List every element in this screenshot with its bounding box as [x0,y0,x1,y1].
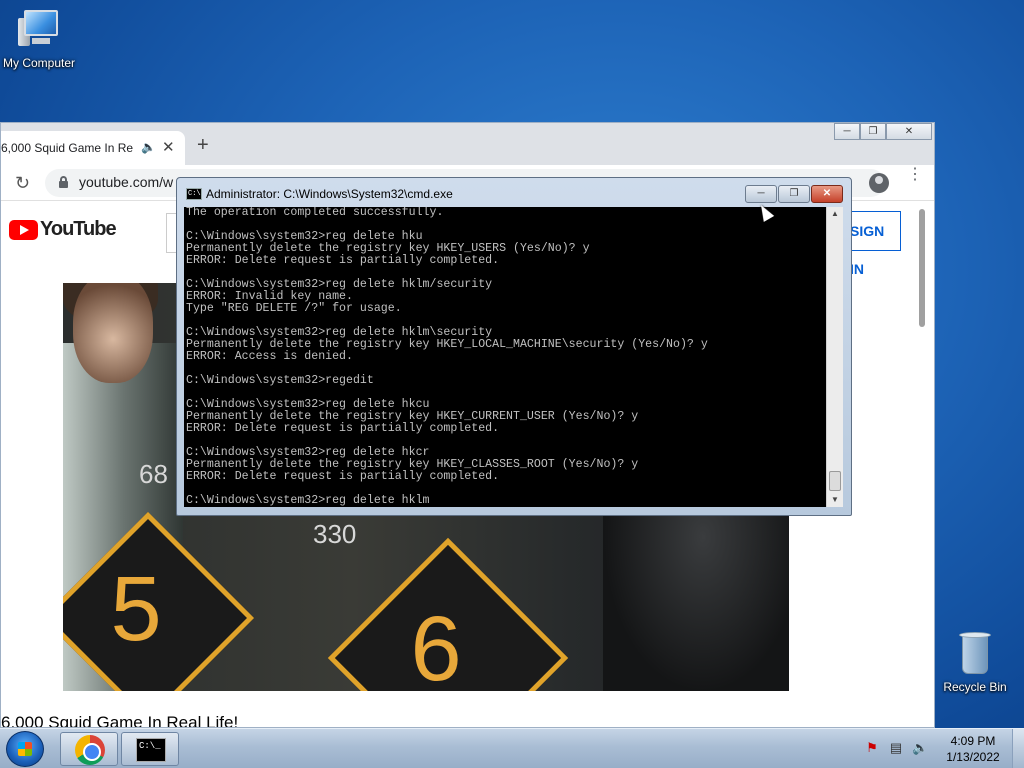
console-line: ERROR: Delete request is partially compl… [186,254,500,267]
desktop-icon-label: My Computer [2,56,76,70]
scrollbar-thumb[interactable] [829,471,841,491]
desktop-icon-label: Recycle Bin [943,680,1007,694]
taskbar-clock[interactable]: 4:09 PM 1/13/2022 [942,733,1004,765]
taskbar: C:\_ ⚑ ▤ 🔈 4:09 PM 1/13/2022 [0,728,1024,768]
maximize-button[interactable]: ❐ [860,123,886,140]
cmd-icon: C:\_ [136,738,166,762]
close-button[interactable]: ✕ [811,185,843,203]
browser-tab[interactable]: 6,000 Squid Game In Real Life! 🔈 ✕ [1,131,185,165]
video-badge-right: 330 [313,519,357,549]
scroll-up-arrow-icon[interactable]: ▲ [827,207,843,221]
taskbar-chrome-button[interactable] [60,732,118,766]
system-tray: ⚑ ▤ 🔈 [864,740,928,756]
cmd-app-icon[interactable]: C:\ [186,188,202,200]
new-tab-button[interactable]: + [197,135,209,155]
scroll-down-arrow-icon[interactable]: ▼ [827,493,843,507]
page-scrollbar[interactable] [917,203,927,727]
chrome-icon [75,735,105,765]
desktop-icon-my-computer[interactable]: My Computer [0,8,84,70]
tab-title: 6,000 Squid Game In Real Life! [1,141,133,155]
lock-icon[interactable] [59,176,68,188]
network-icon[interactable]: ▤ [888,740,904,756]
show-desktop-button[interactable] [1012,729,1024,768]
start-button[interactable] [6,731,44,767]
maximize-button[interactable]: ❐ [778,185,810,203]
speaker-icon[interactable]: 🔈 [141,140,156,154]
console-line: C:\Windows\system32>reg delete hklm [186,494,430,507]
scrollbar-thumb[interactable] [919,209,925,327]
cmd-window-title: Administrator: C:\Windows\System32\cmd.e… [206,187,453,201]
profile-icon[interactable] [869,173,889,193]
cmd-scrollbar[interactable]: ▲ ▼ [826,207,843,507]
minimize-button[interactable]: ─ [834,123,860,140]
volume-icon[interactable]: 🔈 [912,740,928,756]
url-text: youtube.com/w [79,174,174,190]
cmd-window-controls: ─ ❐ ✕ [744,185,843,203]
video-title: 6,000 Squid Game In Real Life! [1,713,239,728]
console-line: Type "REG DELETE /?" for usage. [186,302,402,315]
console-line: ERROR: Delete request is partially compl… [186,422,500,435]
youtube-logo-text: YouTube [40,218,117,240]
cmd-window: C:\ Administrator: C:\Windows\System32\c… [176,177,852,516]
console-line: ERROR: Access is denied. [186,350,353,363]
console-line: C:\Windows\system32>regedit [186,374,374,387]
close-tab-icon[interactable]: ✕ [162,138,175,156]
number-sign-right: 6 [327,537,569,691]
tab-strip: 6,000 Squid Game In Real Life! 🔈 ✕ + ─ ❐… [1,123,934,165]
computer-icon [16,8,62,52]
clock-date: 1/13/2022 [946,750,1000,764]
action-center-flag-icon[interactable]: ⚑ [864,740,880,756]
cmd-console-output[interactable]: The operation completed successfully. C:\… [184,207,826,507]
close-button[interactable]: ✕ [886,123,932,140]
youtube-logo[interactable]: YouTube [9,218,117,241]
taskbar-cmd-button[interactable]: C:\_ [121,732,179,766]
youtube-play-icon [9,219,38,240]
video-badge-left: 68 [139,459,168,489]
minimize-button[interactable]: ─ [745,185,777,203]
desktop-icon-recycle-bin[interactable]: Recycle Bin [930,630,1020,694]
recycle-bin-icon [957,630,993,676]
console-line: ERROR: Delete request is partially compl… [186,470,500,483]
clock-time: 4:09 PM [950,734,996,748]
cmd-titlebar[interactable]: C:\ Administrator: C:\Windows\System32\c… [177,178,851,206]
browser-window-controls: ─ ❐ ✕ [834,123,932,141]
console-line: The operation completed successfully. [186,207,444,219]
menu-icon[interactable]: ⋮ [907,167,923,183]
reload-icon[interactable]: ↻ [15,173,30,194]
